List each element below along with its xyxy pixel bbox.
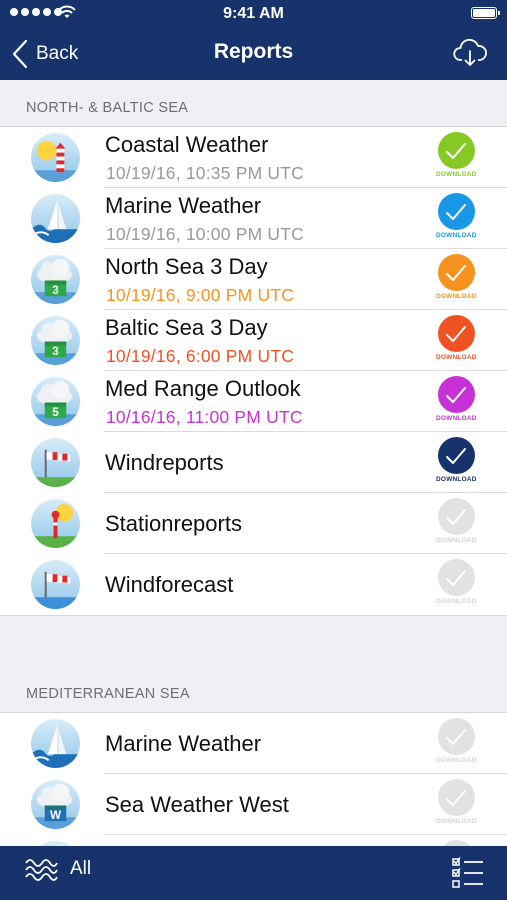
download-button[interactable]: DOWNLOAD	[436, 376, 476, 426]
download-label: DOWNLOAD	[436, 757, 477, 764]
report-name: Windforecast	[105, 572, 234, 597]
download-button[interactable]: DOWNLOAD	[436, 498, 476, 548]
report-row[interactable]: Windforecast DOWNLOAD	[0, 554, 507, 615]
svg-text:3: 3	[52, 284, 59, 297]
sailboat-wave-icon	[31, 719, 80, 768]
reports-list[interactable]: NORTH- & BALTIC SEA Coastal Weather 10/19…	[0, 80, 507, 846]
checkmark-icon	[437, 559, 475, 596]
report-name: Med Range Outlook	[105, 376, 301, 401]
report-name: Marine Weather	[105, 193, 262, 218]
download-button[interactable]: DOWNLOAD	[436, 718, 476, 768]
checkmark-icon	[437, 437, 475, 474]
download-label: DOWNLOAD	[436, 476, 477, 483]
cloud-3-day-icon: 3	[31, 316, 80, 365]
download-button[interactable]: DOWNLOAD	[436, 254, 476, 304]
report-date: 10/19/16, 10:35 PM UTC	[106, 163, 304, 183]
checkmark-icon	[437, 132, 475, 169]
report-row[interactable]: 3 North Sea 3 Day 10/19/16, 9:00 PM UTC DOW…	[0, 249, 507, 310]
checkmark-icon	[437, 498, 475, 535]
download-label: DOWNLOAD	[436, 818, 477, 825]
waves-icon	[25, 859, 58, 881]
download-label: DOWNLOAD	[436, 415, 477, 422]
checkmark-icon	[437, 315, 475, 352]
report-date: 10/19/16, 9:00 PM UTC	[106, 285, 295, 305]
windsock-icon	[31, 438, 80, 487]
all-filter-button[interactable]: All	[24, 856, 91, 882]
report-row[interactable]: W Sea Weather West DOWNLOAD	[0, 774, 507, 835]
download-label: DOWNLOAD	[436, 354, 477, 361]
report-date: 10/16/16, 11:00 PM UTC	[106, 407, 303, 427]
checkmark-icon	[437, 779, 475, 816]
report-date: 10/19/16, 6:00 PM UTC	[106, 346, 295, 366]
download-label: DOWNLOAD	[436, 232, 477, 239]
checkmark-icon	[437, 718, 475, 755]
report-name: Coastal Weather	[105, 132, 269, 157]
all-filter-label: All	[70, 858, 92, 879]
download-button[interactable]: DOWNLOAD	[436, 779, 476, 829]
checklist-icon[interactable]	[451, 856, 485, 890]
section-list: Coastal Weather 10/19/16, 10:35 PM UTC DOW…	[0, 126, 507, 616]
download-label: DOWNLOAD	[436, 171, 477, 178]
svg-text:3: 3	[52, 345, 59, 358]
cloud-3-day-icon: 3	[31, 255, 80, 304]
report-row[interactable]: 3 Baltic Sea 3 Day 10/19/16, 6:00 PM UTC DO…	[0, 310, 507, 371]
section-header: MEDITERRANEAN SEA	[26, 686, 190, 702]
windsock-sea-icon	[31, 560, 80, 609]
bottom-toolbar: All	[0, 846, 507, 900]
section-list: Marine Weather DOWNLOAD W Sea Weather West D…	[0, 712, 507, 846]
download-button[interactable]: DOWNLOAD	[436, 437, 476, 487]
cloud-w-icon: W	[31, 780, 80, 829]
report-name: Stationreports	[105, 511, 242, 536]
sailboat-wave-icon	[31, 194, 80, 243]
page-title: Reports	[213, 40, 294, 63]
download-label: DOWNLOAD	[436, 537, 477, 544]
report-row[interactable]: Marine Weather DOWNLOAD	[0, 713, 507, 774]
download-button[interactable]: DOWNLOAD	[436, 315, 476, 365]
report-row[interactable]: Marine Weather 10/19/16, 10:00 PM UTC DOWN…	[0, 188, 507, 249]
report-row[interactable]: Stationreports DOWNLOAD	[0, 493, 507, 554]
status-bar: 9:41 AM	[0, 0, 507, 28]
report-row[interactable]: Coastal Weather 10/19/16, 10:35 PM UTC DOW…	[0, 127, 507, 188]
download-button[interactable]: DOWNLOAD	[436, 559, 476, 609]
download-button[interactable]: DOWNLOAD	[436, 193, 476, 243]
cloud-5-day-icon: 5	[31, 377, 80, 426]
navigation-bar: Back Reports	[0, 28, 507, 80]
section-header: NORTH- & BALTIC SEA	[26, 100, 189, 116]
report-name: Marine Weather	[105, 731, 262, 756]
checkmark-icon	[437, 193, 475, 230]
svg-text:5: 5	[52, 406, 59, 419]
report-name: Baltic Sea 3 Day	[105, 315, 268, 340]
station-icon	[31, 499, 80, 548]
report-name: Sea Weather West	[105, 792, 289, 817]
report-row[interactable]: ESea Weather EastDOWNLOAD	[0, 835, 507, 846]
status-time: 9:41 AM	[223, 5, 284, 22]
cloud-download-icon[interactable]	[453, 38, 487, 68]
report-row[interactable]: 5 Med Range Outlook 10/16/16, 11:00 PM UTC…	[0, 371, 507, 432]
download-label: DOWNLOAD	[436, 293, 477, 300]
report-name: North Sea 3 Day	[105, 254, 268, 279]
svg-text:W: W	[50, 809, 62, 822]
lighthouse-sun-icon	[31, 133, 80, 182]
checkmark-icon	[437, 254, 475, 291]
report-row[interactable]: Windreports DOWNLOAD	[0, 432, 507, 493]
checkmark-icon	[437, 376, 475, 413]
report-name: Windreports	[105, 450, 224, 475]
download-label: DOWNLOAD	[436, 598, 477, 605]
download-button[interactable]: DOWNLOAD	[436, 132, 476, 182]
battery-icon	[471, 7, 500, 19]
report-date: 10/19/16, 10:00 PM UTC	[106, 224, 304, 244]
